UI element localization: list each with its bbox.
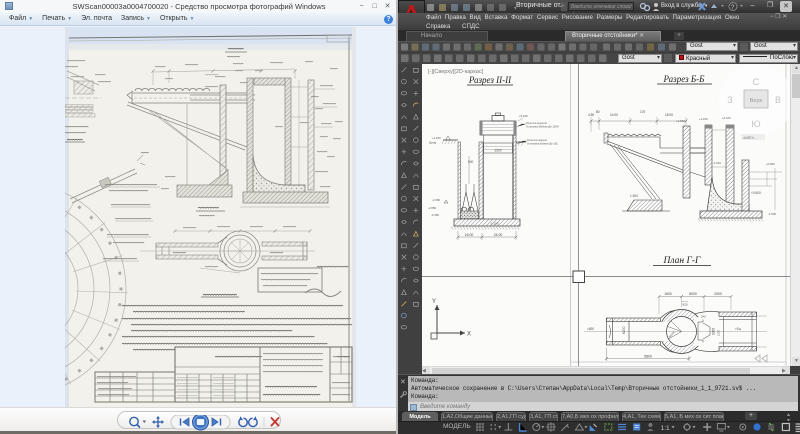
- svg-text:+1.150: +1.150: [699, 117, 708, 121]
- svg-text:X: X: [467, 332, 471, 338]
- svg-text:+1.150: +1.150: [676, 119, 685, 123]
- svg-text:-4.350: -4.350: [431, 213, 439, 217]
- svg-text:24.00: 24.00: [494, 233, 503, 237]
- svg-text:±МЕХ...: ±МЕХ...: [743, 135, 757, 140]
- svg-text:З: З: [727, 95, 732, 105]
- svg-text:170: 170: [640, 110, 646, 114]
- svg-text:+1.150: +1.150: [432, 136, 441, 140]
- svg-text:-2.850: -2.850: [428, 206, 436, 210]
- svg-text:1:1: 1:1: [661, 425, 670, 432]
- svg-text:915: 915: [682, 303, 687, 307]
- svg-text:Установка Войков-Дн 1/Ш: Установка Войков-Дн 1/Ш: [527, 142, 559, 146]
- svg-text:1600: 1600: [664, 292, 672, 296]
- svg-text:В: В: [775, 95, 781, 105]
- svg-text:Разрез II-II: Разрез II-II: [468, 75, 512, 85]
- svg-text:Разрез Б-Б: Разрез Б-Б: [663, 74, 706, 84]
- svg-text:14.00: 14.00: [610, 113, 618, 117]
- svg-text:16.00: 16.00: [465, 233, 474, 237]
- svg-text:1250: 1250: [717, 329, 721, 336]
- svg-text:+0.600: +0.600: [751, 191, 761, 195]
- svg-text:2500: 2500: [494, 149, 501, 153]
- svg-text:Y: Y: [432, 299, 436, 305]
- svg-text:-1.610: -1.610: [713, 161, 721, 165]
- svg-text:Верх: Верх: [750, 98, 763, 104]
- svg-text:2000: 2000: [714, 292, 722, 296]
- svg-text:План Г-Г: План Г-Г: [663, 256, 702, 266]
- svg-text:+0.100: +0.100: [722, 116, 731, 120]
- svg-text:240: 240: [701, 315, 706, 319]
- svg-text:С: С: [753, 77, 760, 87]
- svg-text:1.500: 1.500: [630, 194, 638, 198]
- svg-text:∇УГВ: ∇УГВ: [428, 141, 436, 145]
- svg-text:8000: 8000: [689, 292, 697, 296]
- svg-text:+5.150: +5.150: [519, 114, 528, 118]
- svg-text:500: 500: [468, 160, 474, 164]
- svg-text:Установка Войков-Дн 12МУ: Установка Войков-Дн 12МУ: [526, 125, 559, 129]
- svg-text:80: 80: [596, 110, 600, 114]
- svg-text:↕б-ь: ↕б-ь: [735, 327, 741, 331]
- svg-text:-2.350: -2.350: [432, 198, 440, 202]
- svg-text:6200: 6200: [622, 326, 626, 334]
- svg-text:15.00: 15.00: [665, 113, 673, 117]
- svg-text:Решетка верхняя: Решетка верхняя: [526, 121, 547, 125]
- svg-text:↕600: ↕600: [587, 327, 594, 331]
- svg-text:Решетка нижняя: Решетка нижняя: [527, 138, 547, 142]
- svg-text:+0.600: +0.600: [766, 162, 775, 166]
- svg-text:-1.100: -1.100: [490, 222, 499, 226]
- svg-text:-1.500: -1.500: [768, 212, 776, 216]
- svg-text:1000: 1000: [712, 328, 716, 335]
- svg-text:5800: 5800: [644, 355, 652, 359]
- svg-text:Ю: Ю: [751, 119, 760, 129]
- svg-text:4.50: 4.50: [588, 113, 594, 117]
